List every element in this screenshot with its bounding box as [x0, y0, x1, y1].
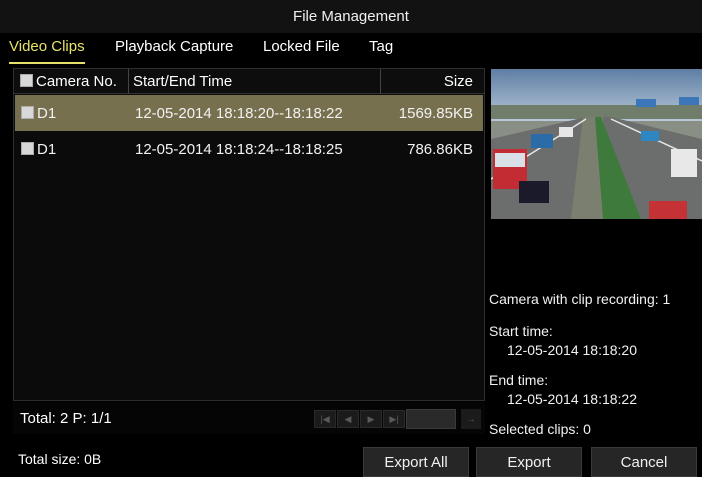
file-list: Camera No. Start/End Time Size D1 12-05-…	[13, 68, 485, 401]
selected-clips-text: Selected clips: 0	[489, 421, 591, 437]
video-preview	[491, 69, 702, 219]
end-time-value: 12-05-2014 18:18:22	[507, 391, 637, 407]
header-start-end-time: Start/End Time	[133, 73, 233, 90]
row-size: 786.86KB	[407, 141, 473, 158]
highway-thumbnail	[491, 69, 702, 219]
export-all-button[interactable]: Export All	[363, 447, 469, 477]
row-camera[interactable]: D1	[21, 105, 56, 122]
header-size: Size	[443, 73, 473, 90]
pagination-text: Total: 2 P: 1/1	[20, 410, 112, 427]
start-time-label: Start time:	[489, 323, 553, 339]
camera-with-clip-text: Camera with clip recording: 1	[489, 291, 671, 307]
row-time: 12-05-2014 18:18:24--18:18:25	[135, 141, 343, 158]
tab-label: Video Clips	[9, 38, 85, 55]
tab-label: Tag	[369, 38, 394, 55]
list-header: Camera No. Start/End Time Size	[14, 69, 484, 94]
column-divider	[380, 69, 381, 94]
row-time: 12-05-2014 18:18:20--18:18:22	[135, 105, 343, 122]
header-camera-no[interactable]: Camera No.	[20, 73, 117, 90]
row-size: 1569.85KB	[398, 105, 473, 122]
tab-label: Playback Capture	[115, 38, 234, 55]
tab-video-clips[interactable]: Video Clips	[9, 38, 85, 64]
row-checkbox[interactable]	[21, 106, 34, 119]
tab-locked-file[interactable]: Locked File	[263, 38, 340, 55]
tab-bar: Video Clips Playback Capture Locked File…	[0, 33, 702, 64]
end-time-label: End time:	[489, 372, 549, 388]
active-tab-indicator	[9, 62, 85, 64]
window-title: File Management	[293, 8, 409, 25]
tab-playback-capture[interactable]: Playback Capture	[115, 38, 233, 55]
next-page-icon[interactable]: ▶	[360, 410, 382, 428]
total-size-text: Total size: 0B	[18, 451, 102, 467]
column-divider	[128, 69, 129, 94]
go-arrow-icon[interactable]: →	[461, 409, 481, 429]
cancel-button[interactable]: Cancel	[591, 447, 697, 477]
last-page-icon[interactable]: ▶|	[383, 410, 405, 428]
first-page-icon[interactable]: |◀	[314, 410, 336, 428]
table-row[interactable]: D1 12-05-2014 18:18:24--18:18:25 786.86K…	[15, 131, 483, 167]
page-number-input[interactable]	[406, 409, 456, 429]
row-checkbox[interactable]	[21, 142, 34, 155]
prev-page-icon[interactable]: ◀	[337, 410, 359, 428]
tab-tag[interactable]: Tag	[369, 38, 393, 55]
row-camera[interactable]: D1	[21, 141, 56, 158]
select-all-checkbox[interactable]	[20, 74, 33, 87]
export-button[interactable]: Export	[476, 447, 582, 477]
start-time-value: 12-05-2014 18:18:20	[507, 342, 637, 358]
window-title-bar: File Management	[0, 0, 702, 33]
tab-label: Locked File	[263, 38, 340, 55]
pagination-bar: Total: 2 P: 1/1 |◀ ◀ ▶ ▶| →	[13, 402, 485, 434]
table-row[interactable]: D1 12-05-2014 18:18:20--18:18:22 1569.85…	[15, 95, 483, 131]
